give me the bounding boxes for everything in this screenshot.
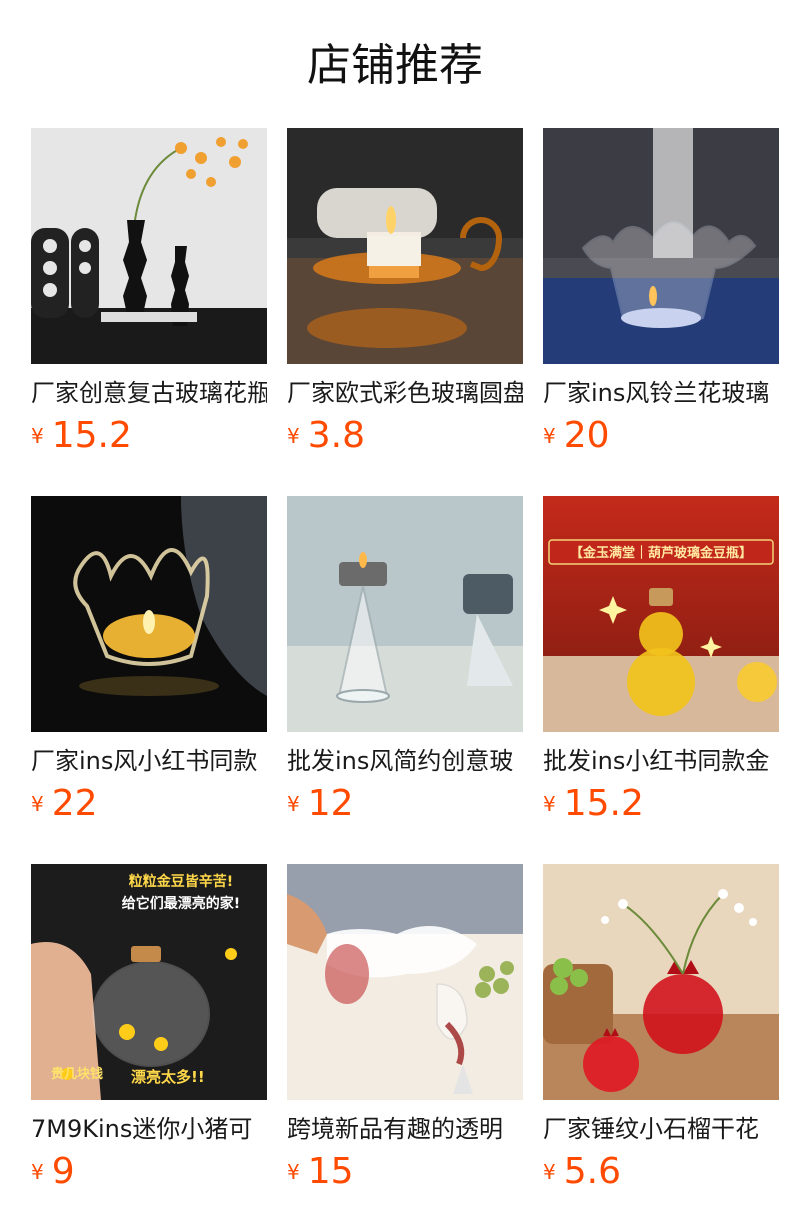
price-value: 12 [307,783,354,824]
price-value: 22 [51,783,98,824]
price-value: 5.6 [563,1151,621,1192]
image-text-line: 粒粒金豆皆辛苦! [129,873,233,890]
currency-symbol: ¥ [31,1160,44,1184]
product-price: ¥9 [31,1150,75,1194]
product-price: ¥20 [543,414,610,458]
product-name[interactable]: 批发ins小红书同款金 [543,744,779,778]
piggy-glass-jar-photo[interactable]: 粒粒金豆皆辛苦! 给它们最漂亮的家! 贵几块钱 漂亮太多!! [31,864,267,1100]
amber-candle-holder-photo[interactable] [287,128,523,364]
price-value: 15.2 [51,415,132,456]
product-name[interactable]: 厂家创意复古玻璃花瓶 [31,376,267,410]
image-text-line: 给它们最漂亮的家! [122,895,240,912]
currency-symbol: ¥ [31,424,44,448]
gourd-gold-bean-bottle-photo[interactable]: 【金玉满堂｜葫芦玻璃金豆瓶】 [543,496,779,732]
image-banner-text: 【金玉满堂｜葫芦玻璃金豆瓶】 [570,545,752,561]
price-value: 20 [563,415,610,456]
product-card[interactable]: 【金玉满堂｜葫芦玻璃金豆瓶】 批发ins小红书同款金 ¥15.2 [543,496,779,824]
black-vase-flowers-photo[interactable] [31,128,267,364]
crown-glass-candle-photo[interactable] [31,496,267,732]
currency-symbol: ¥ [543,424,556,448]
lily-glass-candle-holder-photo[interactable] [543,128,779,364]
product-card[interactable]: 厂家创意复古玻璃花瓶 ¥15.2 [31,128,267,456]
price-value: 15 [307,1151,354,1192]
product-name[interactable]: 厂家锤纹小石榴干花 [543,1112,779,1146]
price-value: 9 [51,1151,75,1192]
currency-symbol: ¥ [287,792,300,816]
product-card[interactable]: 厂家ins风铃兰花玻璃 ¥20 [543,128,779,456]
product-price: ¥3.8 [287,414,365,458]
image-text-line: 漂亮太多!! [131,1068,205,1086]
price-value: 3.8 [307,415,365,456]
currency-symbol: ¥ [287,1160,300,1184]
product-price: ¥12 [287,782,354,826]
cone-glass-candle-photo[interactable] [287,496,523,732]
product-name[interactable]: 批发ins风简约创意玻 [287,744,523,778]
product-name[interactable]: 跨境新品有趣的透明 [287,1112,523,1146]
currency-symbol: ¥ [31,792,44,816]
smoke-wine-glass-photo[interactable] [287,864,523,1100]
price-value: 15.2 [563,783,644,824]
product-card[interactable]: 跨境新品有趣的透明 ¥15 [287,864,523,1192]
product-price: ¥5.6 [543,1150,621,1194]
product-card[interactable]: 厂家ins风小红书同款 ¥22 [31,496,267,824]
product-card[interactable]: 批发ins风简约创意玻 ¥12 [287,496,523,824]
product-price: ¥15.2 [31,414,132,458]
product-name[interactable]: 厂家ins风铃兰花玻璃 [543,376,779,410]
product-card[interactable]: 粒粒金豆皆辛苦! 给它们最漂亮的家! 贵几块钱 漂亮太多!! 7M9Kins迷你… [31,864,267,1192]
product-price: ¥15.2 [543,782,644,826]
currency-symbol: ¥ [287,424,300,448]
product-name[interactable]: 厂家欧式彩色玻璃圆盘 [287,376,523,410]
image-text-line: 贵几块钱 [51,1066,103,1082]
product-card[interactable]: 厂家锤纹小石榴干花 ¥5.6 [543,864,779,1192]
product-name[interactable]: 厂家ins风小红书同款 [31,744,267,778]
product-price: ¥15 [287,1150,354,1194]
red-pomegranate-vase-photo[interactable] [543,864,779,1100]
currency-symbol: ¥ [543,1160,556,1184]
product-card[interactable]: 厂家欧式彩色玻璃圆盘 ¥3.8 [287,128,523,456]
product-price: ¥22 [31,782,98,826]
currency-symbol: ¥ [543,792,556,816]
product-name[interactable]: 7M9Kins迷你小猪可 [31,1112,267,1146]
page-title: 店铺推荐 [307,40,483,91]
